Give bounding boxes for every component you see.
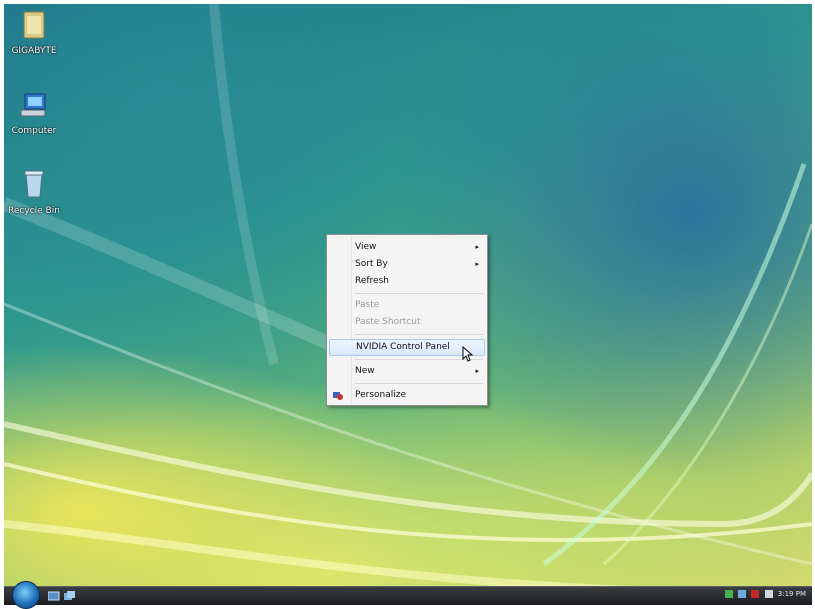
menu-item-paste: Paste xyxy=(329,297,485,314)
taskbar: 3:19 PM xyxy=(4,581,812,609)
security-center-icon[interactable] xyxy=(751,590,760,598)
computer-icon xyxy=(20,93,46,117)
menu-item-new[interactable]: New ▸ xyxy=(329,363,485,380)
tray-app-icon[interactable] xyxy=(738,590,747,598)
menu-item-personalize[interactable]: Personalize xyxy=(329,387,485,404)
menu-item-label: Sort By xyxy=(355,259,388,269)
menu-item-view[interactable]: View ▸ xyxy=(329,239,485,256)
menu-item-label: Refresh xyxy=(355,276,389,286)
network-icon[interactable] xyxy=(724,590,733,598)
desktop-icon-label: Computer xyxy=(11,126,57,136)
taskbar-clock[interactable]: 3:19 PM xyxy=(778,590,806,598)
personalize-icon xyxy=(333,392,343,400)
menu-item-label: Personalize xyxy=(355,390,407,400)
submenu-arrow-icon: ▸ xyxy=(475,367,479,375)
desktop-icon-computer[interactable]: Computer xyxy=(6,92,62,136)
menu-separator xyxy=(355,334,483,335)
desktop-context-menu: View ▸ Sort By ▸ Refresh Paste Paste Sho… xyxy=(326,234,488,406)
menu-item-label: NVIDIA Control Panel xyxy=(356,342,450,352)
desktop-icon-label: Recycle Bin xyxy=(8,206,60,216)
menu-item-label: Paste xyxy=(355,300,380,310)
mouse-cursor-icon xyxy=(462,346,474,362)
menu-separator xyxy=(355,293,483,294)
recycle-bin-icon xyxy=(24,170,44,198)
folder-icon xyxy=(23,11,45,39)
menu-separator xyxy=(355,383,483,384)
menu-item-label: New xyxy=(355,366,375,376)
desktop-icon-label: GIGABYTE xyxy=(11,46,57,56)
menu-item-sort-by[interactable]: Sort By ▸ xyxy=(329,256,485,273)
menu-item-refresh[interactable]: Refresh xyxy=(329,273,485,290)
desktop-background[interactable]: GIGABYTE Computer Recycle Bin View ▸ Sor… xyxy=(4,4,812,602)
menu-item-label: View xyxy=(355,242,377,252)
desktop-icon-gigabyte[interactable]: GIGABYTE xyxy=(6,8,62,56)
submenu-arrow-icon: ▸ xyxy=(475,243,479,251)
volume-icon[interactable] xyxy=(764,590,773,598)
submenu-arrow-icon: ▸ xyxy=(475,260,479,268)
show-desktop-icon[interactable] xyxy=(48,591,60,601)
desktop-icon-recycle-bin[interactable]: Recycle Bin xyxy=(6,168,62,216)
switch-windows-icon[interactable] xyxy=(64,591,76,601)
system-tray: 3:19 PM xyxy=(724,590,806,602)
windows-start-orb-icon[interactable] xyxy=(12,581,40,609)
menu-item-label: Paste Shortcut xyxy=(355,317,421,327)
menu-item-paste-shortcut: Paste Shortcut xyxy=(329,314,485,331)
